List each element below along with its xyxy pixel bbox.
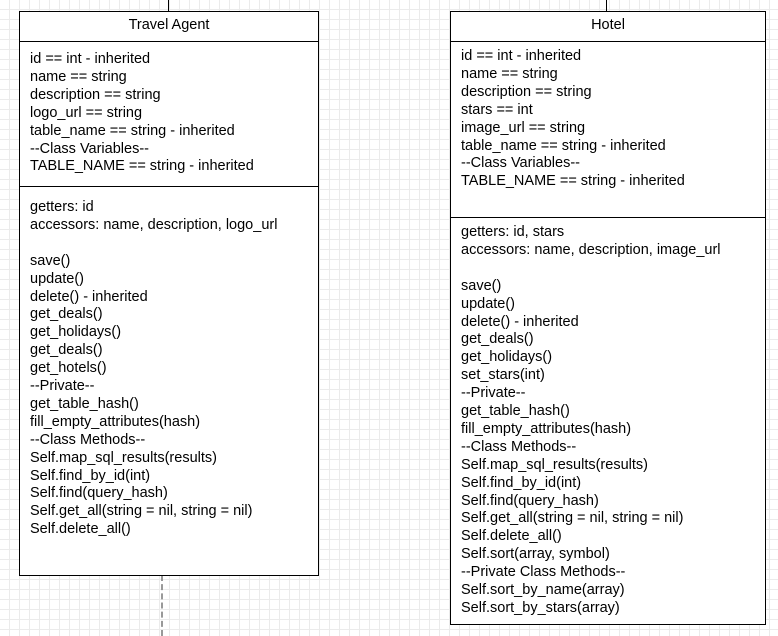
method: get_deals()	[30, 306, 103, 323]
method: Self.sort_by_name(array)	[461, 582, 625, 599]
method: fill_empty_attributes(hash)	[30, 413, 201, 430]
method: Self.delete_all()	[461, 528, 562, 545]
method: Self.delete_all()	[30, 521, 131, 538]
method: Self.find_by_id(int)	[30, 467, 151, 484]
attribute: description == string	[461, 83, 592, 100]
method: save()	[461, 277, 502, 294]
method: Self.find(query_hash)	[461, 492, 599, 509]
method: delete() - inherited	[461, 313, 579, 330]
attribute: --Class Variables--	[461, 155, 580, 172]
method: get_deals()	[461, 331, 534, 348]
hotel-class-title: Hotel	[451, 12, 765, 42]
attribute: name == string	[30, 68, 127, 85]
attribute: stars == int	[461, 101, 533, 118]
method: Self.get_all(string = nil, string = nil)	[461, 510, 684, 527]
attribute: description == string	[30, 86, 161, 103]
travel-agent-class-title: Travel Agent	[20, 12, 318, 42]
attribute: table_name == string - inherited	[30, 122, 235, 139]
method: save()	[30, 252, 71, 269]
method: fill_empty_attributes(hash)	[461, 420, 632, 437]
travel-agent-attributes: id == int - inherited name == string des…	[20, 42, 318, 187]
attribute: TABLE_NAME == string - inherited	[461, 173, 685, 190]
attribute: image_url == string	[461, 119, 586, 136]
method: get_hotels()	[30, 360, 107, 377]
method: getters: id, stars	[461, 224, 565, 240]
method: update()	[30, 270, 85, 287]
attribute: name == string	[461, 65, 558, 82]
travel-agent-methods: getters: id accessors: name, description…	[20, 187, 318, 539]
method: --Class Methods--	[461, 438, 577, 455]
method: delete() - inherited	[30, 288, 148, 305]
attribute: id == int - inherited	[461, 48, 582, 64]
method: Self.map_sql_results(results)	[30, 449, 217, 466]
method	[30, 235, 308, 253]
travel-agent-dashed-connector	[161, 575, 163, 636]
method: get_table_hash()	[30, 395, 139, 412]
method: get_holidays()	[30, 324, 122, 341]
travel-agent-class-box[interactable]: Travel Agent id == int - inherited name …	[19, 11, 319, 576]
method: Self.map_sql_results(results)	[461, 456, 648, 473]
method: update()	[461, 295, 516, 312]
method: --Private--	[461, 385, 526, 402]
method: --Private Class Methods--	[461, 564, 626, 581]
method: --Class Methods--	[30, 431, 146, 448]
method: Self.find_by_id(int)	[461, 474, 582, 491]
method: get_table_hash()	[461, 403, 570, 420]
method: set_stars(int)	[461, 367, 545, 384]
method: --Private--	[30, 378, 95, 395]
method	[461, 260, 755, 278]
method: Self.get_all(string = nil, string = nil)	[30, 503, 253, 520]
attribute: id == int - inherited	[30, 51, 151, 67]
method: accessors: name, description, logo_url	[30, 216, 278, 233]
method: get_holidays()	[461, 349, 553, 366]
attribute: --Class Variables--	[30, 140, 149, 157]
method: accessors: name, description, image_url	[461, 241, 721, 258]
method: get_deals()	[30, 342, 103, 359]
method: Self.find(query_hash)	[30, 485, 168, 502]
hotel-class-box[interactable]: Hotel id == int - inherited name == stri…	[450, 11, 766, 625]
method: Self.sort(array, symbol)	[461, 546, 610, 563]
hotel-attributes: id == int - inherited name == string des…	[451, 42, 765, 218]
attribute: logo_url == string	[30, 104, 143, 121]
attribute: TABLE_NAME == string - inherited	[30, 158, 254, 175]
method: getters: id	[30, 199, 94, 215]
method: Self.sort_by_stars(array)	[461, 600, 620, 617]
attribute: table_name == string - inherited	[461, 137, 666, 154]
hotel-methods: getters: id, stars accessors: name, desc…	[451, 218, 765, 618]
